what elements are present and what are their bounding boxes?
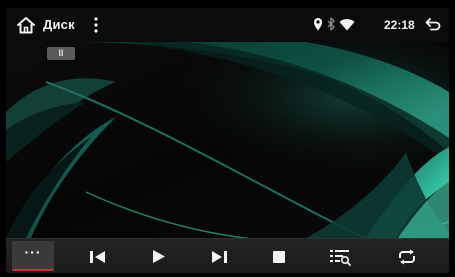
location-icon <box>314 18 322 31</box>
repeat-button[interactable] <box>394 239 420 273</box>
previous-icon <box>90 250 105 263</box>
playback-control-bar: ··· <box>6 238 449 273</box>
back-icon[interactable] <box>425 17 441 31</box>
next-button[interactable] <box>207 239 231 273</box>
repeat-icon <box>399 249 415 264</box>
wifi-icon <box>339 19 355 31</box>
home-icon[interactable] <box>16 16 36 34</box>
bluetooth-icon <box>327 17 335 31</box>
app-title: Диск <box>43 17 75 32</box>
video-area[interactable]: II <box>6 42 449 244</box>
more-button[interactable]: ··· <box>12 241 54 271</box>
status-bar: Диск 22:18 <box>6 8 449 42</box>
more-icon: ··· <box>24 244 42 260</box>
status-clock: 22:18 <box>384 18 415 32</box>
play-icon <box>153 250 165 263</box>
playlist-search-icon <box>330 249 351 266</box>
video-frame-background <box>6 42 449 244</box>
stop-button[interactable] <box>268 239 290 273</box>
pause-indicator-badge[interactable]: II <box>47 47 75 60</box>
stop-icon <box>273 250 285 263</box>
menu-dots-icon[interactable] <box>93 16 99 34</box>
playlist-search-button[interactable] <box>327 239 353 273</box>
play-button[interactable] <box>148 239 170 273</box>
previous-button[interactable] <box>86 239 110 273</box>
next-icon <box>212 250 227 263</box>
screen: Диск 22:18 II ··· <box>6 8 449 273</box>
